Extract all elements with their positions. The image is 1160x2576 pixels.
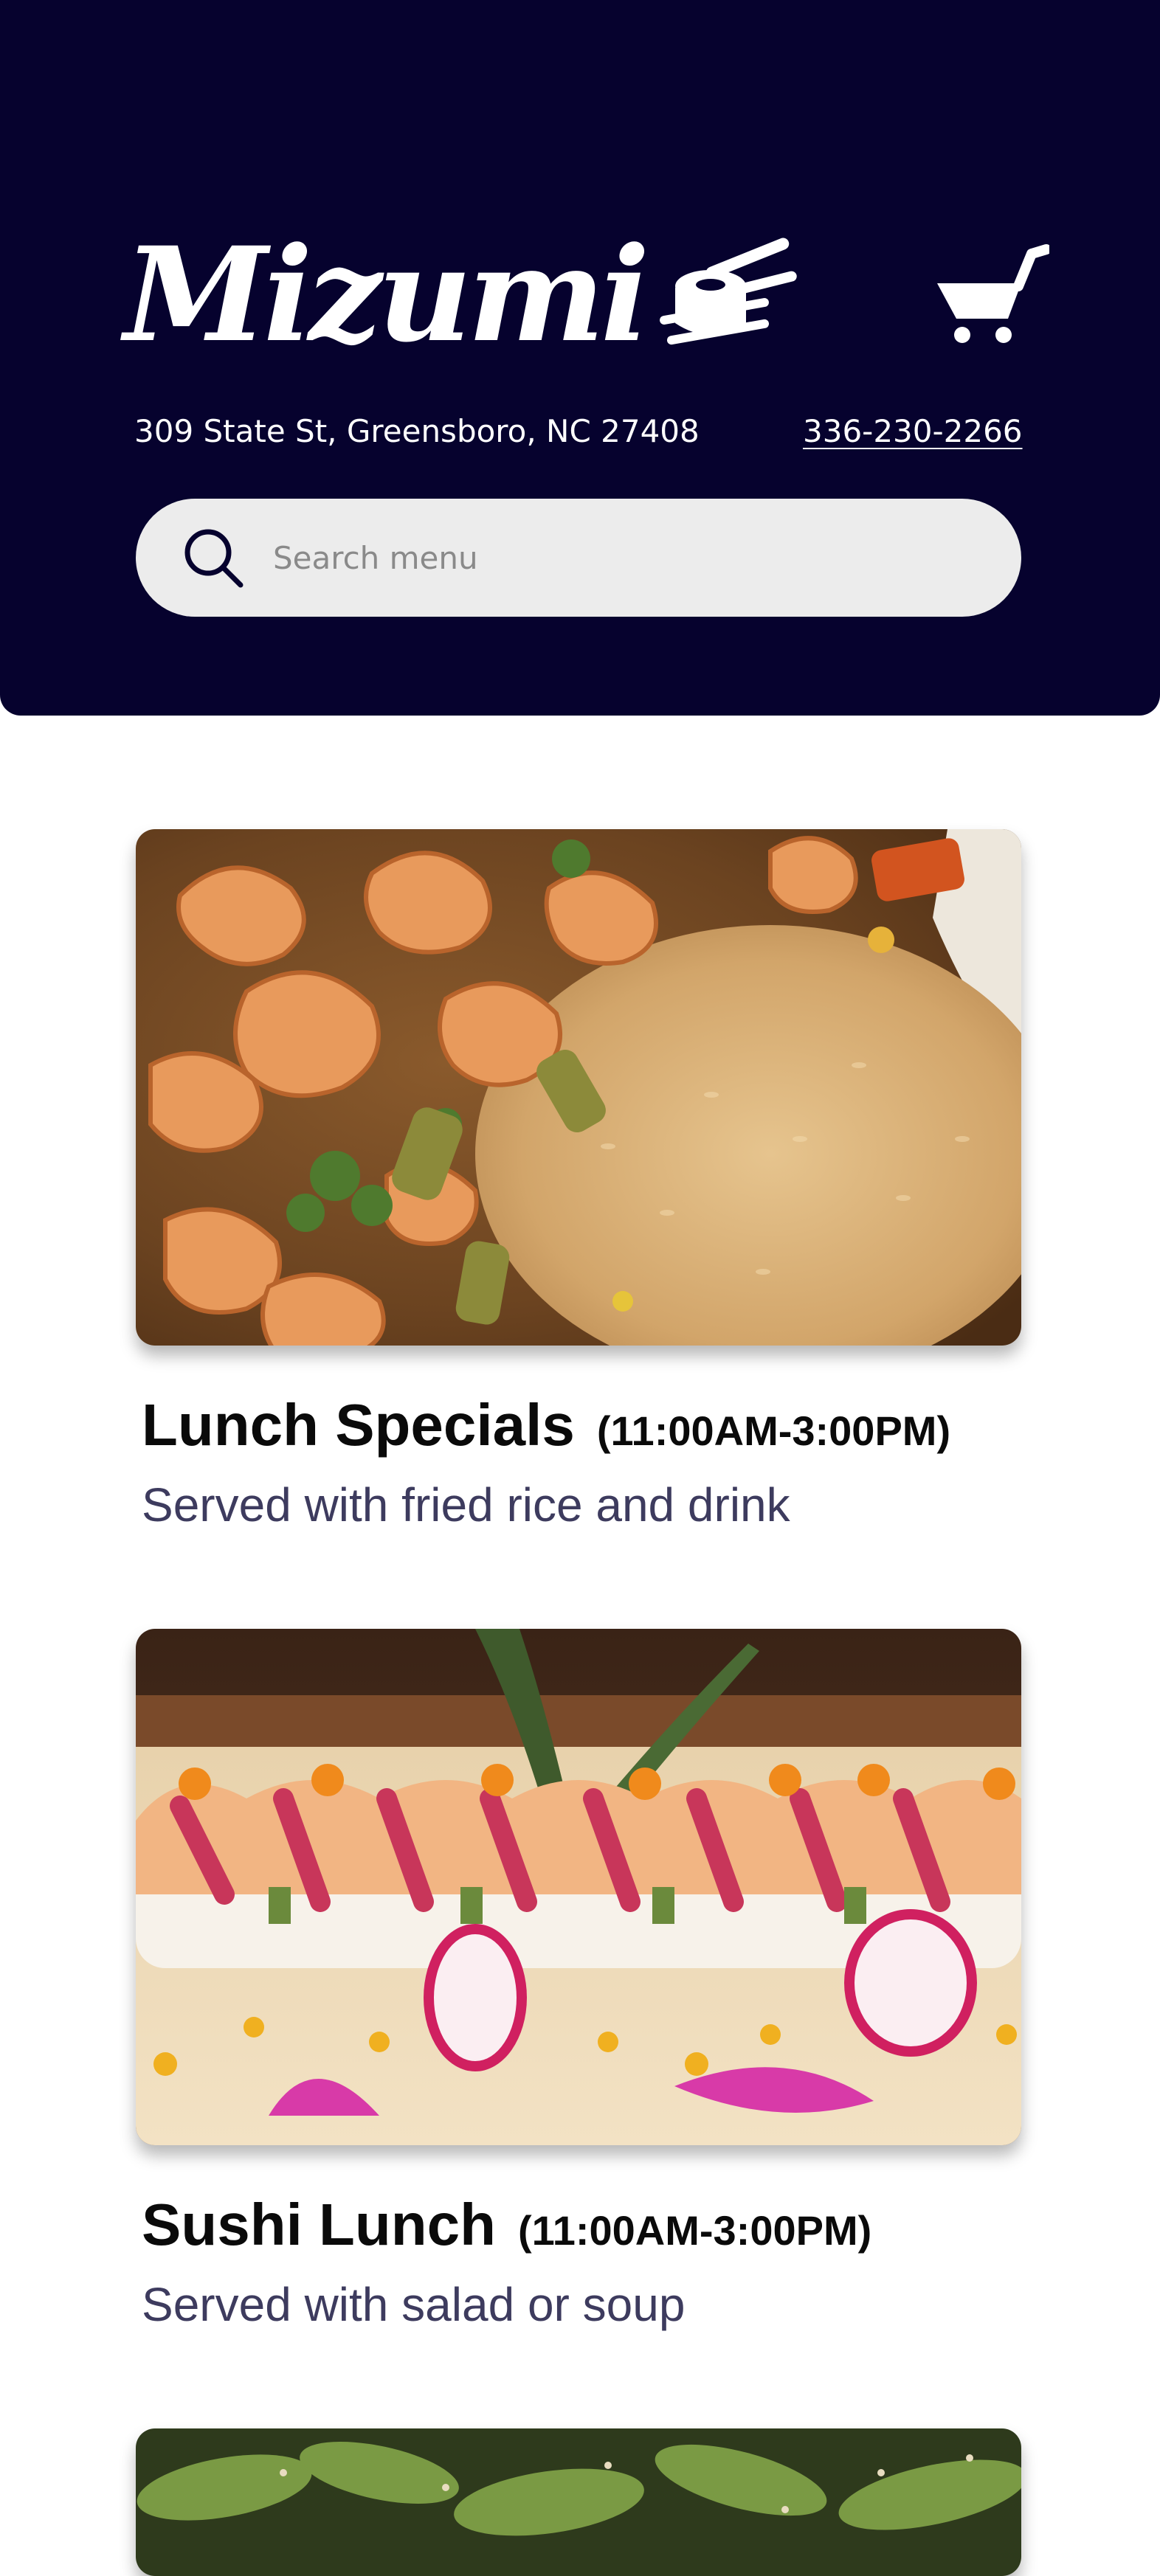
menu-category-card[interactable] [136, 2428, 1021, 2576]
category-title-row: Sushi Lunch (11:00AM-3:00PM) [142, 2189, 1021, 2260]
category-description: Served with salad or soup [142, 2278, 686, 2331]
shrimp-fried-rice-image [136, 829, 1021, 1346]
restaurant-address: 309 State St, Greensboro, NC 27408 [134, 413, 700, 449]
logo[interactable]: Mizumi [124, 221, 799, 369]
phone-link[interactable]: 336-230-2266 [803, 413, 1023, 450]
category-hours: (11:00AM-3:00PM) [518, 2207, 872, 2254]
menu-category-card[interactable]: Sushi Lunch (11:00AM-3:00PM) Served with… [136, 1629, 1021, 2333]
category-title: Lunch Specials [142, 1392, 575, 1458]
cart-icon[interactable] [931, 242, 1049, 345]
search-input[interactable]: Search menu [273, 540, 478, 576]
category-title: Sushi Lunch [142, 2192, 496, 2257]
logo-text: Mizumi [124, 218, 650, 371]
edamame-photo[interactable] [136, 2428, 1021, 2576]
edamame-image [136, 2428, 1021, 2576]
search-icon [184, 529, 244, 588]
category-title-row: Lunch Specials (11:00AM-3:00PM) [142, 1390, 1021, 1461]
category-hours: (11:00AM-3:00PM) [596, 1408, 951, 1454]
header: Mizumi 309 State St, Greensboro, NC 2740… [0, 0, 1160, 716]
shrimp-fried-rice-photo[interactable] [136, 829, 1021, 1346]
sushi-roll-image [136, 1629, 1021, 2145]
search-bar[interactable]: Search menu [136, 499, 1021, 617]
sushi-chopsticks-icon [659, 238, 797, 345]
menu-category-card[interactable]: Lunch Specials (11:00AM-3:00PM) Served w… [136, 829, 1021, 1533]
sushi-roll-photo[interactable] [136, 1629, 1021, 2145]
category-description: Served with fried rice and drink [142, 1478, 790, 1531]
